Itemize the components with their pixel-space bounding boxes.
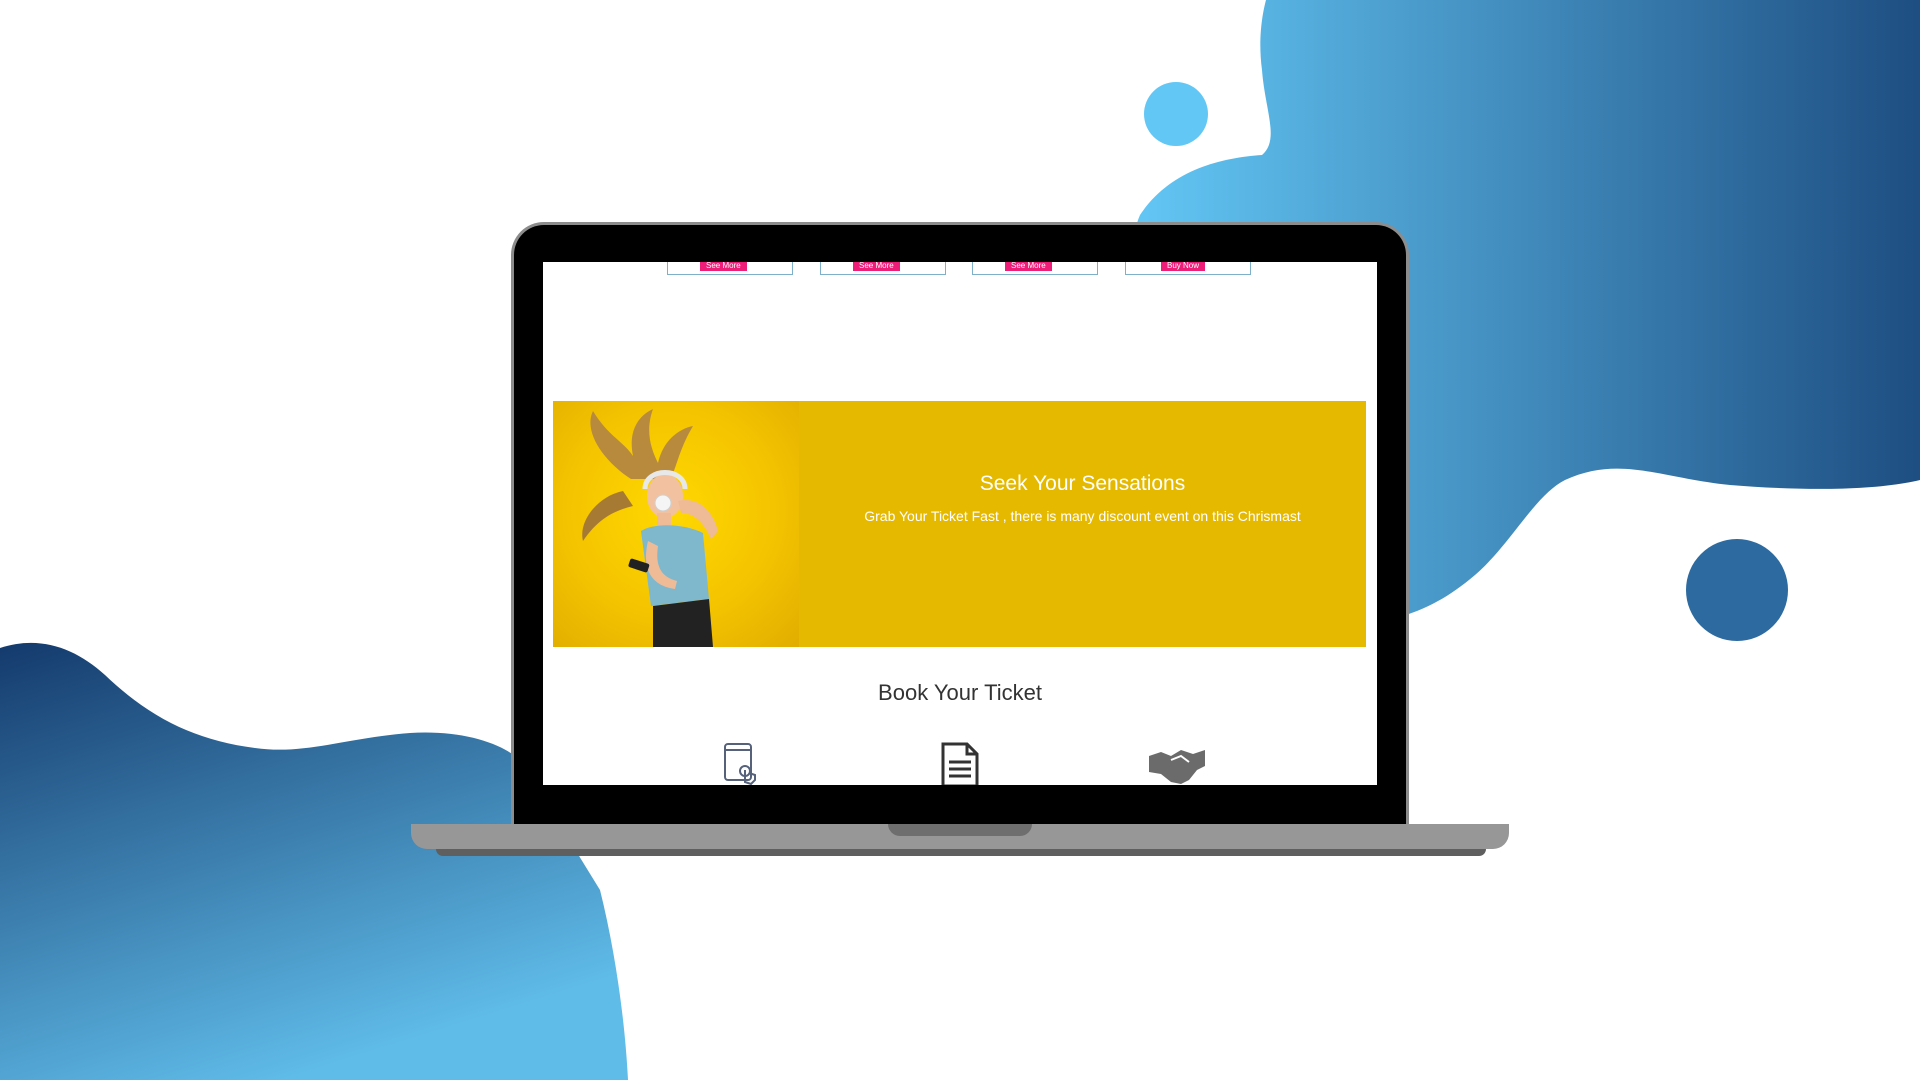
handshake-icon [1149, 750, 1205, 784]
banner-photo [553, 401, 799, 647]
presentation-slide: See More See More See More Buy Now Seek … [0, 0, 1920, 1080]
section-title: Book Your Ticket [878, 680, 1042, 705]
light-blue-dot [1144, 82, 1208, 146]
laptop-hinge-notch [888, 824, 1032, 836]
dark-blue-dot [1686, 539, 1788, 641]
tablet-touch-icon [724, 743, 756, 785]
promo-banner: Seek Your Sensations Grab Your Ticket Fa… [553, 401, 1366, 647]
document-icon [941, 742, 979, 785]
see-more-button[interactable]: See More [853, 262, 900, 271]
banner-title: Seek Your Sensations [979, 472, 1186, 495]
woman-with-headphones-image [582, 409, 718, 647]
banner-subtitle: Grab Your Ticket Fast , there is many di… [864, 508, 1301, 524]
buy-now-button[interactable]: Buy Now [1161, 262, 1206, 271]
see-more-button[interactable]: See More [700, 262, 747, 271]
laptop-base-shadow [436, 849, 1486, 856]
laptop-screen: See More See More See More Buy Now Seek … [543, 262, 1377, 785]
see-more-button[interactable]: See More [1005, 262, 1052, 271]
